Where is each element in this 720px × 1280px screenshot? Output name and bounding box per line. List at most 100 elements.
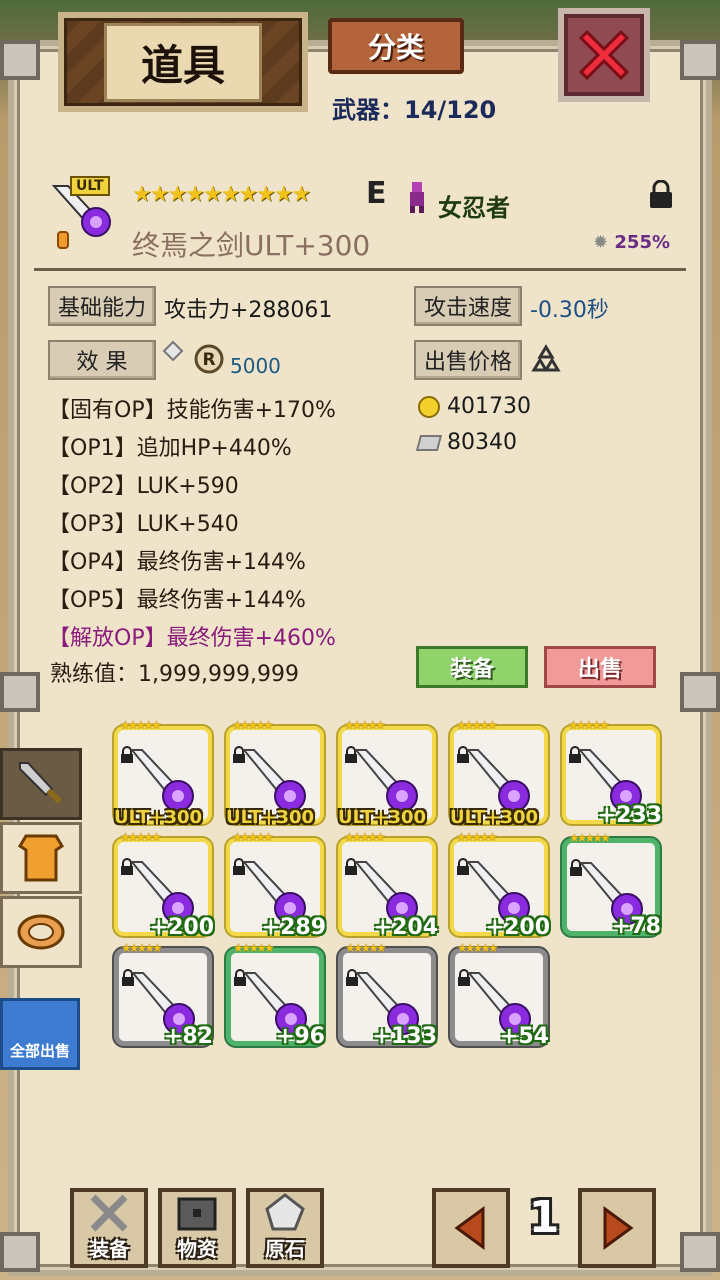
inventory-slot[interactable]: ★★★★★ +82	[114, 941, 213, 1049]
tab-armor[interactable]	[0, 822, 82, 894]
gold-price-value: 401730	[447, 394, 531, 419]
effect-label: 效 果	[48, 340, 156, 380]
stone-price-value: 80340	[447, 430, 517, 455]
star-rating: ★★★★★★★★★★	[132, 182, 311, 207]
lock-icon[interactable]	[648, 180, 674, 210]
crossed-swords-icon	[90, 1194, 128, 1232]
slot-level: +204	[373, 915, 438, 940]
item-detail-header: ULT ★★★★★★★★★★ E 女忍者 终焉之剑ULT+300 ✹ 255%	[44, 176, 680, 266]
option-line: 【OP5】最终伤害+144%	[48, 588, 306, 613]
arrow-left-icon	[454, 1206, 485, 1250]
slot-level: +133	[372, 1024, 437, 1049]
slot-level: +96	[275, 1024, 325, 1049]
slot-level: +289	[261, 915, 326, 940]
slot-level: +233	[597, 803, 662, 828]
frame-corner	[0, 672, 40, 712]
slot-stars: ★★★★★	[456, 718, 498, 732]
arrow-right-icon	[603, 1206, 634, 1250]
gold-price: 401730	[418, 394, 531, 419]
svg-text:R: R	[202, 350, 215, 370]
base-ability-value: 攻击力+288061	[164, 298, 333, 323]
sell-all-label: 全部出售	[9, 1042, 70, 1060]
option-line: 【OP3】LUK+540	[48, 512, 239, 537]
slot-stars: ★★★★★	[120, 830, 162, 844]
slot-level: ULT+300	[338, 807, 427, 828]
frame-corner	[680, 1232, 720, 1272]
enhance-percent-value: 255%	[614, 232, 670, 253]
frame-corner	[680, 40, 720, 80]
class-name: 女忍者	[438, 194, 510, 222]
category-button[interactable]: 分类	[328, 18, 464, 74]
inventory-slot[interactable]: ★★★★★ +204	[338, 830, 438, 940]
section-divider	[34, 268, 686, 271]
close-button[interactable]	[558, 8, 650, 102]
slot-stars: ★★★★★	[344, 718, 386, 732]
recycle-icon	[531, 344, 561, 372]
slot-level: +200	[485, 915, 550, 940]
diamond-icon	[162, 340, 184, 362]
tab-weapons[interactable]	[0, 748, 82, 820]
armor-icon	[17, 834, 65, 882]
prev-page-button[interactable]	[432, 1188, 510, 1268]
slot-stars: ★★★★★	[344, 830, 386, 844]
item-name: 终焉之剑ULT+300	[132, 229, 371, 262]
inventory-slot[interactable]: ★★★★★ +78	[562, 831, 661, 939]
equip-button[interactable]: 装备	[416, 646, 528, 688]
inventory-slot[interactable]: ★★★★★ ULT+300	[226, 718, 324, 828]
bottom-tab-equipment[interactable]: 装备	[70, 1188, 148, 1268]
effect-value: 5000	[230, 354, 281, 378]
slot-level: ULT+300	[450, 807, 539, 828]
slot-level: +200	[149, 915, 214, 940]
option-line: 【OP4】最终伤害+144%	[48, 550, 306, 575]
sell-button[interactable]: 出售	[544, 646, 656, 688]
frame-corner	[680, 672, 720, 712]
inventory-slot[interactable]: ★★★★★ ULT+300	[338, 718, 436, 828]
proficiency: 熟练值：1,999,999,999	[50, 662, 299, 687]
page-number: 1	[528, 1192, 560, 1243]
bottom-tab-materials[interactable]: 物资	[158, 1188, 236, 1268]
inventory-slot[interactable]: ★★★★★ +233	[562, 718, 662, 828]
inventory-slot[interactable]: ★★★★★ +133	[338, 941, 437, 1049]
slot-level: +54	[499, 1024, 549, 1049]
ore-icon	[265, 1193, 305, 1231]
option-line: 【OP1】追加HP+440%	[48, 436, 292, 461]
frame-corner	[0, 40, 40, 80]
slot-stars: ★★★★★	[568, 718, 610, 732]
rank-r-icon: R	[194, 344, 224, 374]
stone-icon	[415, 435, 443, 451]
window-title: 道具	[103, 22, 262, 102]
gold-coin-icon	[418, 396, 440, 418]
attack-speed-value: -0.30秒	[530, 298, 609, 323]
ult-tag: ULT	[70, 176, 110, 196]
slot-stars: ★★★★★	[232, 830, 274, 844]
slot-level: ULT+300	[114, 807, 203, 828]
inventory-slot[interactable]: ★★★★★ +54	[450, 941, 549, 1049]
attack-speed-label: 攻击速度	[414, 286, 522, 326]
sell-all-button[interactable]: 全部出售	[0, 998, 80, 1070]
tab-accessory[interactable]	[0, 896, 82, 968]
slot-stars: ★★★★★	[345, 941, 387, 955]
option-line: 【OP2】LUK+590	[48, 474, 239, 499]
ninja-icon	[410, 182, 424, 213]
sword-icon	[19, 762, 62, 804]
inventory-slot[interactable]: ★★★★★ ULT+300	[114, 718, 212, 828]
slot-stars: ★★★★★	[457, 941, 499, 955]
inventory-slot[interactable]: ★★★★★ +289	[226, 830, 326, 940]
inventory-slot[interactable]: ★★★★★ ULT+300	[450, 718, 548, 828]
item-grade: E	[366, 176, 387, 211]
inventory-slot[interactable]: ★★★★★ +200	[114, 830, 214, 940]
close-icon	[578, 29, 630, 81]
next-page-button[interactable]	[578, 1188, 656, 1268]
slot-stars: ★★★★★	[120, 718, 162, 732]
gear-icon: ✹	[593, 232, 609, 253]
inventory-slot[interactable]: ★★★★★ +96	[226, 941, 325, 1049]
bottom-tab-label: 装备	[89, 1237, 129, 1261]
bottom-tab-label: 原石	[265, 1237, 305, 1261]
bottom-tab-ore[interactable]: 原石	[246, 1188, 324, 1268]
base-ability-label: 基础能力	[48, 286, 156, 326]
enhance-percent: ✹ 255%	[593, 232, 670, 253]
inventory-slot[interactable]: ★★★★★ +200	[450, 830, 550, 940]
bottom-tab-label: 物资	[177, 1237, 217, 1261]
stone-price: 80340	[415, 430, 517, 455]
slot-level: +78	[611, 914, 661, 939]
